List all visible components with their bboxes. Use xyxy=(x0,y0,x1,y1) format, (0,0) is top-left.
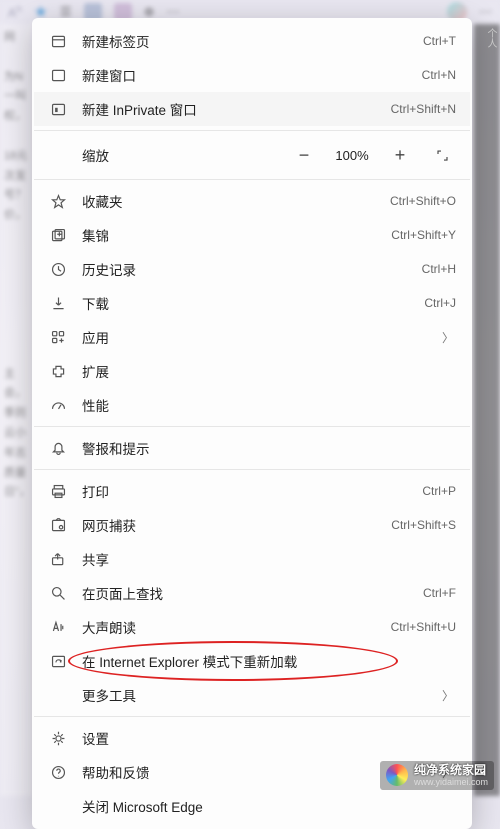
menu-shortcut: Ctrl+Shift+Y xyxy=(391,228,456,242)
menu-label: 新建窗口 xyxy=(82,65,422,85)
menu-shortcut: Ctrl+Shift+S xyxy=(391,518,456,532)
watermark-title: 纯净系统家园 xyxy=(414,763,488,777)
ie-reload-icon xyxy=(48,651,68,671)
menu-history[interactable]: 历史记录 Ctrl+H xyxy=(34,252,470,286)
menu-new-window[interactable]: 新建窗口 Ctrl+N xyxy=(34,58,470,92)
menu-find[interactable]: 在页面上查找 Ctrl+F xyxy=(34,576,470,610)
menu-close-edge[interactable]: 关闭 Microsoft Edge xyxy=(34,789,470,823)
menu-label: 在页面上查找 xyxy=(82,583,423,603)
menu-shortcut: Ctrl+F xyxy=(423,586,456,600)
menu-new-inprivate[interactable]: 新建 InPrivate 窗口 Ctrl+Shift+N xyxy=(34,92,470,126)
menu-separator xyxy=(34,130,470,131)
apps-icon xyxy=(48,327,68,347)
menu-shortcut: Ctrl+P xyxy=(422,484,456,498)
capture-icon xyxy=(48,515,68,535)
menu-favorites[interactable]: 收藏夹 Ctrl+Shift+O xyxy=(34,184,470,218)
menu-label: 下载 xyxy=(82,293,424,313)
menu-zoom-row: 缩放 − 100% + xyxy=(34,135,470,175)
help-icon xyxy=(48,762,68,782)
menu-label: 应用 xyxy=(82,327,442,347)
zoom-value: 100% xyxy=(332,148,372,163)
bell-icon xyxy=(48,438,68,458)
menu-label: 关闭 Microsoft Edge xyxy=(82,796,456,816)
menu-separator xyxy=(34,716,470,717)
menu-separator xyxy=(34,426,470,427)
history-icon xyxy=(48,259,68,279)
menu-read-aloud[interactable]: 大声朗读 Ctrl+Shift+U xyxy=(34,610,470,644)
chevron-right-icon: 〉 xyxy=(442,329,456,346)
menu-capture[interactable]: 网页捕获 Ctrl+Shift+S xyxy=(34,508,470,542)
zoom-label: 缩放 xyxy=(82,145,109,165)
background-left-text: 网 为N 一叫 权， 18元 次发 号？ 价， 主 会， 季则 云小 年志 质量… xyxy=(0,24,32,796)
zoom-in-button[interactable]: + xyxy=(386,141,414,169)
menu-shortcut: Ctrl+N xyxy=(422,68,456,82)
new-tab-icon xyxy=(48,31,68,51)
fullscreen-button[interactable] xyxy=(428,141,456,169)
watermark-logo-icon xyxy=(386,764,408,786)
menu-shortcut: Ctrl+H xyxy=(422,262,456,276)
menu-shortcut: Ctrl+Shift+U xyxy=(391,620,456,634)
new-window-icon xyxy=(48,65,68,85)
menu-label: 在 Internet Explorer 模式下重新加载 xyxy=(82,651,456,671)
menu-label: 打印 xyxy=(82,481,422,501)
menu-performance[interactable]: 性能 xyxy=(34,388,470,422)
menu-label: 新建 InPrivate 窗口 xyxy=(82,99,391,119)
menu-apps[interactable]: 应用 〉 xyxy=(34,320,470,354)
menu-label: 设置 xyxy=(82,728,456,748)
menu-shortcut: Ctrl+T xyxy=(423,34,456,48)
menu-more-tools[interactable]: 更多工具 〉 xyxy=(34,678,470,712)
zoom-out-button[interactable]: − xyxy=(290,141,318,169)
menu-label: 警报和提示 xyxy=(82,438,456,458)
menu-separator xyxy=(34,179,470,180)
menu-label: 收藏夹 xyxy=(82,191,390,211)
print-icon xyxy=(48,481,68,501)
menu-ie-mode[interactable]: 在 Internet Explorer 模式下重新加载 xyxy=(34,644,470,678)
watermark: 纯净系统家园 www.yidaimei.com xyxy=(380,761,494,790)
inprivate-icon xyxy=(48,99,68,119)
menu-collections[interactable]: 集锦 Ctrl+Shift+Y xyxy=(34,218,470,252)
menu-shortcut: Ctrl+J xyxy=(424,296,456,310)
menu-label: 大声朗读 xyxy=(82,617,391,637)
menu-label: 网页捕获 xyxy=(82,515,391,535)
menu-label: 扩展 xyxy=(82,361,456,381)
menu-label: 集锦 xyxy=(82,225,391,245)
menu-label: 新建标签页 xyxy=(82,31,423,51)
menu-separator xyxy=(34,469,470,470)
menu-label: 更多工具 xyxy=(82,685,442,705)
watermark-url: www.yidaimei.com xyxy=(414,777,488,788)
collections-icon xyxy=(48,225,68,245)
menu-share[interactable]: 共享 xyxy=(34,542,470,576)
performance-icon xyxy=(48,395,68,415)
share-icon xyxy=(48,549,68,569)
read-aloud-icon xyxy=(48,617,68,637)
zoom-controls: − 100% + xyxy=(290,141,456,169)
blank-icon xyxy=(48,685,68,705)
browser-main-menu: 新建标签页 Ctrl+T 新建窗口 Ctrl+N 新建 InPrivate 窗口… xyxy=(32,18,472,829)
menu-label: 历史记录 xyxy=(82,259,422,279)
more-icon: ⋯ xyxy=(479,4,492,20)
download-icon xyxy=(48,293,68,313)
background-right-panel xyxy=(474,24,500,796)
chevron-right-icon: 〉 xyxy=(442,687,456,704)
menu-print[interactable]: 打印 Ctrl+P xyxy=(34,474,470,508)
menu-shortcut: Ctrl+Shift+O xyxy=(390,194,456,208)
search-icon xyxy=(48,583,68,603)
blank-icon xyxy=(48,796,68,816)
menu-downloads[interactable]: 下载 Ctrl+J xyxy=(34,286,470,320)
favorites-icon xyxy=(48,191,68,211)
extensions-icon xyxy=(48,361,68,381)
text-tool-icon: An xyxy=(8,4,22,20)
menu-shortcut: Ctrl+Shift+N xyxy=(391,102,456,116)
gear-icon xyxy=(48,728,68,748)
menu-label: 性能 xyxy=(82,395,456,415)
menu-settings[interactable]: 设置 xyxy=(34,721,470,755)
menu-new-tab[interactable]: 新建标签页 Ctrl+T xyxy=(34,24,470,58)
menu-alerts[interactable]: 警报和提示 xyxy=(34,431,470,465)
menu-extensions[interactable]: 扩展 xyxy=(34,354,470,388)
menu-label: 共享 xyxy=(82,549,456,569)
profile-label: 个人 xyxy=(483,28,498,48)
